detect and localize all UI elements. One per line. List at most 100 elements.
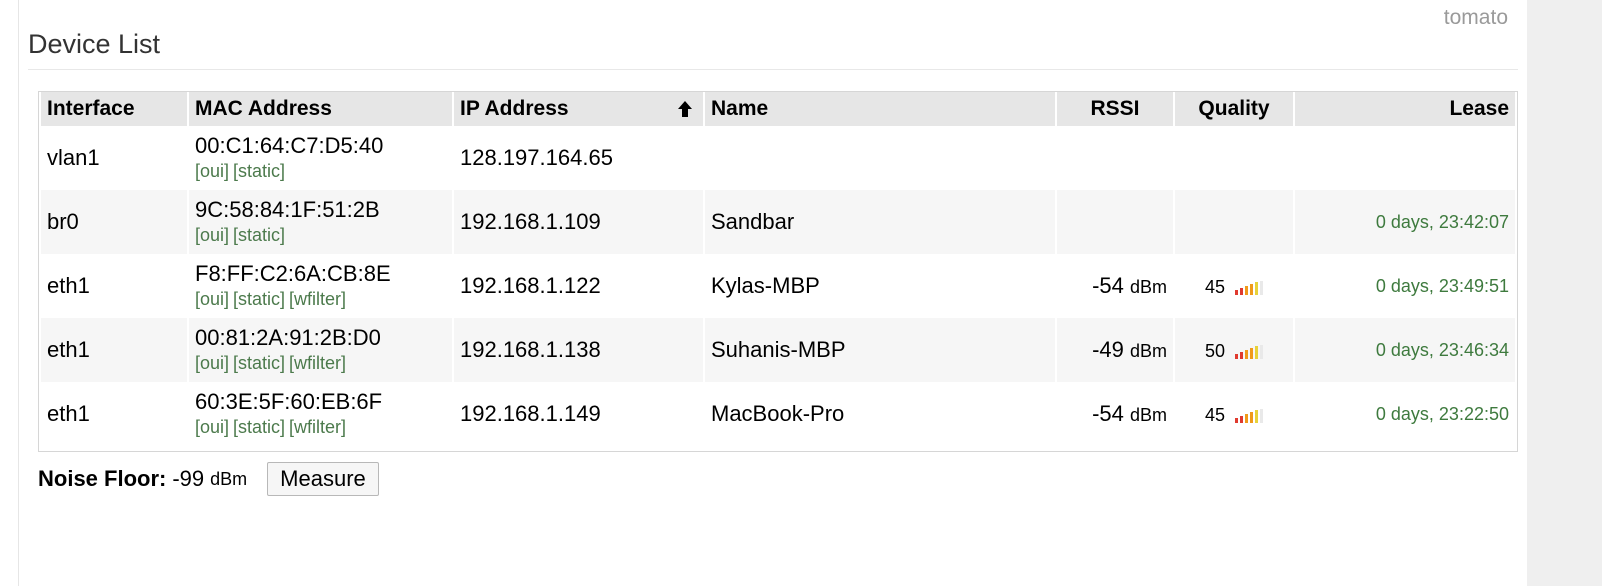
mac-link-oui[interactable]: [oui] bbox=[195, 161, 229, 181]
arrow-up-icon bbox=[677, 100, 693, 123]
cell-rssi: -54 dBm bbox=[1057, 254, 1173, 318]
table-header-row: Interface MAC Address IP Address Name RS… bbox=[41, 92, 1515, 126]
noise-floor-unit: dBm bbox=[210, 468, 248, 489]
rssi-unit: dBm bbox=[1129, 341, 1167, 361]
mac-links: [oui] [static] [wfilter] bbox=[195, 287, 446, 311]
mac-link-static[interactable]: [static] bbox=[233, 417, 285, 437]
brand-label: tomato bbox=[1443, 6, 1508, 29]
col-header-quality[interactable]: Quality bbox=[1175, 92, 1293, 126]
quality-indicator: 45 bbox=[1204, 277, 1264, 298]
noise-floor-value: -99 bbox=[172, 466, 205, 491]
rssi-unit: dBm bbox=[1129, 277, 1167, 297]
page-title: Device List bbox=[28, 29, 161, 59]
noise-floor-label: Noise Floor: bbox=[38, 466, 167, 491]
cell-lease: 0 days, 23:46:34 bbox=[1295, 318, 1515, 382]
device-table-container: Interface MAC Address IP Address Name RS… bbox=[38, 91, 1518, 452]
mac-address: 00:C1:64:C7:D5:40 bbox=[195, 133, 384, 158]
cell-rssi: -49 dBm bbox=[1057, 318, 1173, 382]
mac-link-wfilter[interactable]: [wfilter] bbox=[289, 353, 346, 373]
mac-link-wfilter[interactable]: [wfilter] bbox=[289, 289, 346, 309]
measure-button[interactable]: Measure bbox=[267, 462, 379, 496]
mac-address: 00:81:2A:91:2B:D0 bbox=[195, 325, 381, 350]
mac-link-static[interactable]: [static] bbox=[233, 161, 285, 181]
cell-rssi bbox=[1057, 190, 1173, 254]
cell-mac: 00:81:2A:91:2B:D0 [oui] [static] [wfilter] bbox=[189, 318, 452, 382]
col-header-mac[interactable]: MAC Address bbox=[189, 92, 452, 126]
cell-quality: 50 bbox=[1175, 318, 1293, 382]
cell-interface: eth1 bbox=[47, 273, 90, 298]
cell-rssi bbox=[1057, 126, 1173, 190]
quality-value: 50 bbox=[1204, 341, 1226, 361]
quality-indicator: 45 bbox=[1204, 405, 1264, 426]
cell-name: Suhanis-MBP bbox=[705, 318, 1055, 382]
cell-ip: 128.197.164.65 bbox=[460, 145, 613, 170]
cell-ip: 192.168.1.149 bbox=[460, 401, 601, 426]
right-side-panel bbox=[1527, 0, 1602, 586]
col-header-ip-label: IP Address bbox=[460, 97, 569, 120]
mac-links: [oui] [static] bbox=[195, 159, 446, 183]
mac-link-oui[interactable]: [oui] bbox=[195, 353, 229, 373]
mac-link-oui[interactable]: [oui] bbox=[195, 289, 229, 309]
cell-interface: vlan1 bbox=[47, 145, 100, 170]
rssi-value: -54 bbox=[1092, 401, 1124, 426]
cell-quality: 45 bbox=[1175, 382, 1293, 446]
mac-address: 60:3E:5F:60:EB:6F bbox=[195, 389, 383, 414]
cell-name: MacBook-Pro bbox=[711, 401, 845, 426]
cell-name: Kylas-MBP bbox=[711, 273, 820, 298]
cell-lease bbox=[1295, 126, 1515, 190]
table-row: eth1 60:3E:5F:60:EB:6F [oui] [static] [wfi… bbox=[41, 382, 1515, 446]
mac-link-wfilter[interactable]: [wfilter] bbox=[289, 417, 346, 437]
mac-link-static[interactable]: [static] bbox=[233, 353, 285, 373]
cell-mac: F8:FF:C2:6A:CB:8E [oui] [static] [wfilter] bbox=[189, 254, 452, 318]
mac-link-static[interactable]: [static] bbox=[233, 289, 285, 309]
cell-interface: eth1 bbox=[47, 401, 90, 426]
cell-name: Sandbar bbox=[705, 190, 1055, 254]
col-header-ip[interactable]: IP Address bbox=[454, 92, 703, 126]
signal-bars-icon bbox=[1235, 280, 1264, 295]
rssi-value: -49 bbox=[1092, 337, 1124, 362]
cell-name bbox=[705, 126, 1055, 190]
noise-floor-row: Noise Floor: -99 dBm Measure bbox=[38, 462, 379, 496]
cell-mac: 60:3E:5F:60:EB:6F [oui] [static] [wfilter] bbox=[189, 382, 452, 446]
cell-interface: eth1 bbox=[41, 318, 187, 382]
cell-mac: 9C:58:84:1F:51:2B [oui] [static] bbox=[189, 190, 452, 254]
page-left-border bbox=[18, 0, 19, 586]
mac-links: [oui] [static] [wfilter] bbox=[195, 415, 446, 439]
col-header-lease[interactable]: Lease bbox=[1295, 92, 1515, 126]
col-header-interface[interactable]: Interface bbox=[41, 92, 187, 126]
quality-value: 45 bbox=[1204, 405, 1226, 425]
signal-bars-icon bbox=[1235, 408, 1264, 423]
cell-interface: br0 bbox=[41, 190, 187, 254]
cell-mac: 00:C1:64:C7:D5:40 [oui] [static] bbox=[189, 126, 452, 190]
cell-lease: 0 days, 23:49:51 bbox=[1375, 275, 1509, 296]
rssi-value: -54 bbox=[1092, 273, 1124, 298]
table-row: eth1 00:81:2A:91:2B:D0 [oui] [static] [wfi… bbox=[41, 318, 1515, 382]
col-header-name[interactable]: Name bbox=[705, 92, 1055, 126]
mac-link-oui[interactable]: [oui] bbox=[195, 225, 229, 245]
col-header-rssi[interactable]: RSSI bbox=[1057, 92, 1173, 126]
cell-quality: 45 bbox=[1175, 254, 1293, 318]
quality-value: 45 bbox=[1204, 277, 1226, 297]
mac-links: [oui] [static] bbox=[195, 223, 446, 247]
cell-lease: 0 days, 23:42:07 bbox=[1295, 190, 1515, 254]
cell-quality bbox=[1175, 190, 1293, 254]
cell-lease: 0 days, 23:22:50 bbox=[1375, 403, 1509, 424]
cell-ip: 192.168.1.109 bbox=[454, 190, 703, 254]
mac-address: 9C:58:84:1F:51:2B bbox=[195, 197, 380, 222]
title-divider bbox=[28, 69, 1518, 70]
rssi-unit: dBm bbox=[1129, 405, 1167, 425]
table-row: eth1 F8:FF:C2:6A:CB:8E [oui] [static] [wfi… bbox=[41, 254, 1515, 318]
device-table: Interface MAC Address IP Address Name RS… bbox=[39, 92, 1517, 446]
cell-ip: 192.168.1.138 bbox=[454, 318, 703, 382]
cell-ip: 192.168.1.122 bbox=[460, 273, 601, 298]
mac-address: F8:FF:C2:6A:CB:8E bbox=[195, 261, 391, 286]
table-row: vlan1 00:C1:64:C7:D5:40 [oui] [static] 12… bbox=[41, 126, 1515, 190]
signal-bars-icon bbox=[1235, 344, 1264, 359]
table-row: br0 9C:58:84:1F:51:2B [oui] [static] 192.… bbox=[41, 190, 1515, 254]
cell-quality bbox=[1175, 126, 1293, 190]
mac-links: [oui] [static] [wfilter] bbox=[195, 351, 446, 375]
mac-link-static[interactable]: [static] bbox=[233, 225, 285, 245]
quality-indicator: 50 bbox=[1204, 341, 1264, 362]
mac-link-oui[interactable]: [oui] bbox=[195, 417, 229, 437]
cell-rssi: -54 dBm bbox=[1057, 382, 1173, 446]
